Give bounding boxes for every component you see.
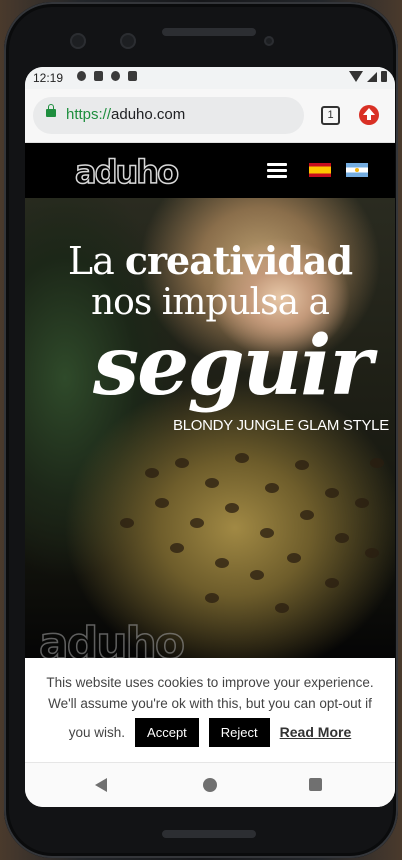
url-scheme: https:// [66, 106, 112, 123]
proximity-sensor [264, 36, 274, 46]
home-icon[interactable] [203, 778, 217, 792]
cookie-message: This website uses cookies to improve you… [46, 675, 374, 711]
status-bar: 12:19 [25, 67, 395, 89]
cookie-consent-banner: This website uses cookies to improve you… [25, 660, 395, 761]
lock-icon[interactable] [46, 104, 56, 117]
wifi-icon [349, 71, 363, 82]
cookie-actions: you wish. Accept Reject Read More [33, 717, 387, 747]
footer-logo: aduho [38, 617, 186, 658]
hero-banner: La creatividad nos impulsa a seguir BLON… [25, 198, 395, 658]
bottom-speaker [162, 830, 256, 838]
spain-flag-icon[interactable] [309, 163, 331, 177]
notification-icons [77, 71, 137, 81]
shield-icon [94, 71, 103, 81]
url-text[interactable]: https://aduho.com [66, 106, 185, 123]
system-nav-bar [25, 762, 395, 807]
front-camera-right [120, 33, 136, 49]
sim-card-icon [128, 71, 137, 81]
accept-button[interactable]: Accept [135, 717, 199, 747]
hero-headline-normal: La [67, 239, 125, 283]
cookie-message-end: you wish. [68, 724, 126, 740]
hero-headline-bold: creatividad [124, 238, 353, 283]
site-header: aduho [25, 143, 395, 198]
address-bar[interactable]: https://aduho.com [33, 97, 304, 134]
site-logo[interactable]: aduho [74, 152, 180, 192]
screen: 12:19 https://aduho.com 1 aduho La creat… [25, 67, 395, 807]
browser-toolbar: https://aduho.com 1 [25, 89, 395, 143]
vpn-icon [111, 71, 120, 81]
cell-signal-icon [367, 71, 377, 82]
recent-apps-icon[interactable] [309, 778, 322, 791]
hamburger-menu-icon[interactable] [267, 163, 287, 179]
url-domain: aduho.com [111, 106, 186, 123]
argentina-flag-icon[interactable] [346, 163, 368, 177]
status-time: 12:19 [33, 71, 64, 85]
hero-tagline: BLONDY JUNGLE GLAM STYLE [173, 417, 389, 434]
update-arrow-icon[interactable] [359, 105, 379, 125]
system-icons [349, 71, 387, 82]
earpiece-speaker [162, 28, 256, 36]
hero-emphasis-word: seguir [93, 318, 373, 414]
hero-headline-line1: La creatividad [25, 238, 395, 283]
battery-icon [381, 71, 387, 82]
settings-icon [77, 71, 86, 81]
reject-button[interactable]: Reject [208, 717, 270, 747]
read-more-link[interactable]: Read More [280, 724, 352, 740]
phone-frame: 12:19 https://aduho.com 1 aduho La creat… [4, 2, 398, 858]
front-camera-left [70, 33, 86, 49]
tab-switcher-button[interactable]: 1 [321, 106, 340, 125]
back-icon[interactable] [95, 778, 107, 792]
hero-headline-line2: nos impulsa a [90, 282, 330, 323]
